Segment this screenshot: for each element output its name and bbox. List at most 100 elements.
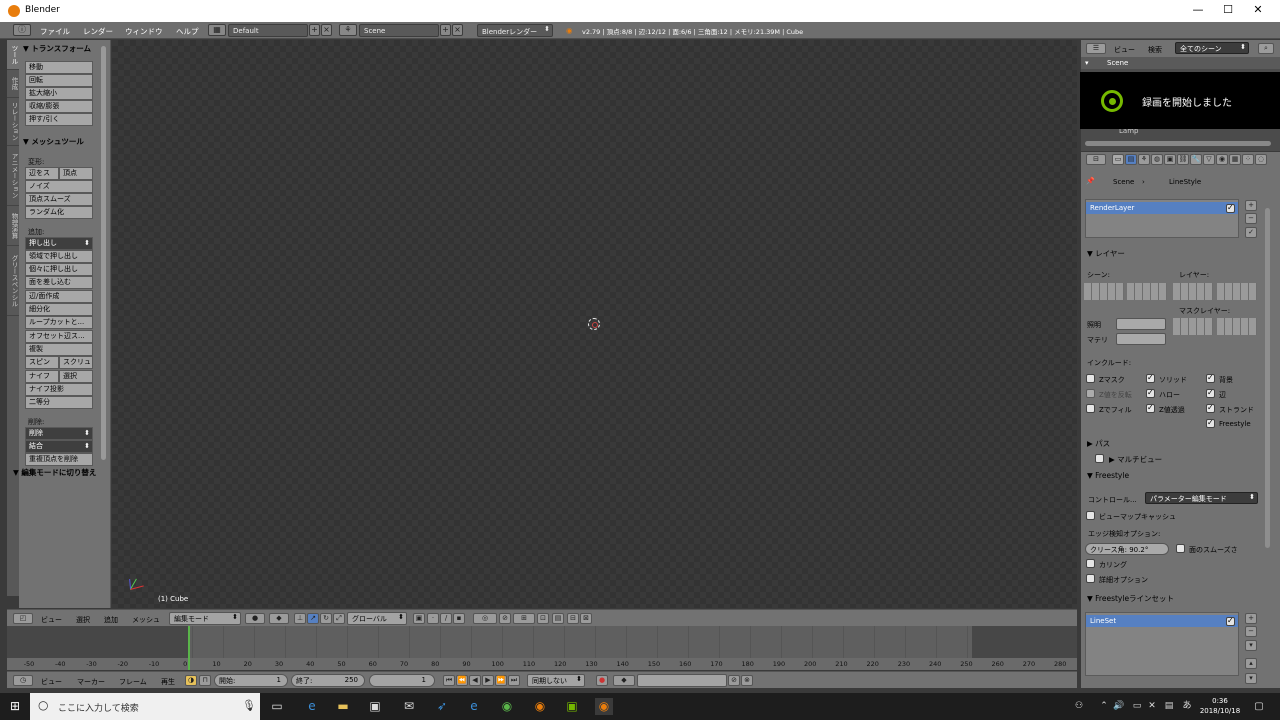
layers-icon[interactable]: ▣ (413, 613, 425, 624)
tab-physics[interactable]: 物理演算 (7, 206, 19, 246)
current-frame-field[interactable]: 1 (369, 674, 435, 687)
tab-create[interactable]: 作成 (7, 70, 19, 98)
tab-relations[interactable]: リレーション (7, 98, 19, 146)
material-override-field[interactable] (1116, 333, 1166, 345)
delete-select[interactable]: 削除 (25, 427, 93, 440)
blender-taskbar-icon[interactable]: ◉ (595, 698, 613, 715)
properties-scrollbar[interactable] (1265, 208, 1270, 548)
pivot-select-icon[interactable]: ◆ (269, 613, 289, 624)
scene-field[interactable]: Scene (359, 24, 439, 37)
menu-view[interactable]: ビュー (41, 615, 62, 625)
layer-layers-grid-2[interactable] (1217, 283, 1257, 300)
search-icon[interactable]: ⌕ (1258, 43, 1274, 54)
light-override-field[interactable] (1116, 318, 1166, 330)
editor-type-icon[interactable]: ◰ (13, 613, 33, 624)
task-view-icon[interactable]: ▭ (268, 698, 286, 715)
loop-cut-button[interactable]: ループカットと... (25, 316, 93, 329)
breadcrumb-scene[interactable]: Scene (1113, 178, 1134, 186)
tab-tools[interactable]: ツール (7, 40, 19, 70)
chrome-app-icon[interactable]: ◉ (531, 698, 549, 715)
physics-tab-icon[interactable]: ◌ (1255, 154, 1267, 165)
remove-scene-icon[interactable]: × (452, 24, 463, 36)
edge-checkbox[interactable] (1206, 388, 1215, 398)
object-tab-icon[interactable]: ▣ (1164, 154, 1176, 165)
spin-button[interactable]: スピン (25, 356, 59, 369)
scene-icon[interactable]: ⚘ (339, 24, 357, 36)
render-preview-icon[interactable]: ▤ (552, 613, 564, 624)
inset-faces-button[interactable]: 面を差し込む (25, 276, 93, 289)
add-layer-icon[interactable]: + (1245, 200, 1257, 211)
jump-end-icon[interactable]: ⏭ (508, 675, 520, 686)
extrude-select[interactable]: 押し出し (25, 237, 93, 250)
menu-render[interactable]: レンダー (83, 26, 113, 37)
orientation-select[interactable]: グローバル (347, 612, 407, 625)
breadcrumb-linestyle[interactable]: LineStyle (1169, 178, 1201, 186)
passes-section-header[interactable]: ▶ パス (1087, 438, 1110, 449)
3d-cursor-icon[interactable] (588, 318, 600, 330)
sync-select[interactable]: 同期しない (527, 674, 585, 687)
end-frame-field[interactable]: 終了: 250 (291, 674, 365, 687)
world-tab-icon[interactable]: ◍ (1151, 154, 1163, 165)
mail-icon[interactable]: ✉ (400, 698, 418, 715)
bisect-button[interactable]: 二等分 (25, 396, 93, 409)
play-reverse-icon[interactable]: ◀ (469, 675, 481, 686)
preview-range-icon[interactable]: ◑ (185, 675, 197, 686)
remove-layer-icon[interactable]: − (1245, 213, 1257, 224)
next-keyframe-icon[interactable]: ⏩ (495, 675, 507, 686)
chrome-icon[interactable]: ◉ (498, 698, 516, 715)
scene-row-expand-icon[interactable]: ▾ (1085, 59, 1089, 67)
shrink-fatten-button[interactable]: 収縮/膨張 (25, 100, 93, 113)
scale-button[interactable]: 拡大縮小 (25, 87, 93, 100)
menu-window[interactable]: ウィンドウ (125, 26, 163, 37)
scale-manipulator-icon[interactable]: ⤢ (333, 613, 345, 624)
ie-browser-icon[interactable]: e (465, 698, 483, 715)
timeline-ruler[interactable]: -50 -40 -30 -20 -10 0 10 20 30 40 50 60 70 80 90 100 110… (7, 658, 1077, 670)
translate-manipulator-icon[interactable]: ↗ (307, 613, 319, 624)
snap-toggle-icon[interactable]: ⊘ (499, 613, 511, 624)
outliner-scene-item[interactable]: Scene (1107, 59, 1128, 67)
menu-view[interactable]: ビュー (41, 677, 62, 687)
randomize-button[interactable]: ランダム化 (25, 206, 93, 219)
smooth-vertex-button[interactable]: 頂点スムーズ (25, 193, 93, 206)
tab-animation[interactable]: アニメーション (7, 146, 19, 206)
vertex-slide-button[interactable]: 頂点 (59, 167, 93, 180)
halo-checkbox[interactable] (1146, 388, 1155, 398)
control-mode-select[interactable]: パラメーター編集モード (1145, 492, 1258, 504)
merge-select[interactable]: 結合 (25, 440, 93, 453)
editor-type-icon[interactable]: ◷ (13, 675, 33, 686)
rotate-button[interactable]: 回転 (25, 74, 93, 87)
transform-header[interactable]: ▼ トランスフォーム (23, 43, 91, 54)
close-button[interactable]: ✕ (1243, 3, 1273, 16)
tab-grease-pencil[interactable]: グリースペンシル (7, 246, 19, 316)
menu-select[interactable]: 選択 (76, 615, 90, 625)
render-tab-icon[interactable]: ▭ (1112, 154, 1124, 165)
menu-search[interactable]: 検索 (1148, 45, 1162, 55)
maximize-button[interactable]: ☐ (1213, 3, 1243, 16)
editor-type-icon[interactable]: ⊟ (1086, 154, 1106, 165)
tray-app-icon[interactable]: ✕ (1143, 698, 1161, 715)
microphone-icon[interactable]: 🎙 (242, 699, 256, 712)
face-smoothness-checkbox[interactable] (1176, 544, 1185, 553)
edit-mode-toggle-header[interactable]: ▼ 編集モードに切り替え (13, 467, 96, 478)
knife-button[interactable]: ナイフ (25, 370, 59, 383)
system-clock[interactable]: 0:36 2018/10/18 (1198, 696, 1242, 716)
volume-icon[interactable]: 🔊 (1110, 698, 1128, 715)
face-select-icon[interactable]: ▪ (453, 613, 465, 624)
crease-angle-field[interactable]: クリース角: 90.2° (1085, 543, 1169, 555)
noise-button[interactable]: ノイズ (25, 180, 93, 193)
nvidia-icon[interactable]: ▣ (563, 698, 581, 715)
lineset-section-header[interactable]: ▼ Freestyleラインセット (1087, 593, 1174, 604)
material-tab-icon[interactable]: ◉ (1216, 154, 1228, 165)
knife-project-button[interactable]: ナイフ投影 (25, 383, 93, 396)
edge-slide-button[interactable]: 辺をス (25, 167, 59, 180)
zmask-checkbox[interactable] (1086, 374, 1095, 383)
snap-element-icon[interactable]: ⊞ (513, 613, 535, 624)
layer-layers-grid[interactable] (1173, 283, 1213, 300)
strand-checkbox[interactable] (1206, 403, 1215, 413)
offset-edge-button[interactable]: オフセット辺ス... (25, 330, 93, 343)
add-lineset-icon[interactable]: + (1245, 613, 1257, 624)
remove-lineset-icon[interactable]: − (1245, 626, 1257, 637)
rotate-manipulator-icon[interactable]: ↻ (320, 613, 332, 624)
lineset-down-icon[interactable]: ▾ (1245, 673, 1257, 684)
lineset-row[interactable]: LineSet (1086, 615, 1238, 627)
